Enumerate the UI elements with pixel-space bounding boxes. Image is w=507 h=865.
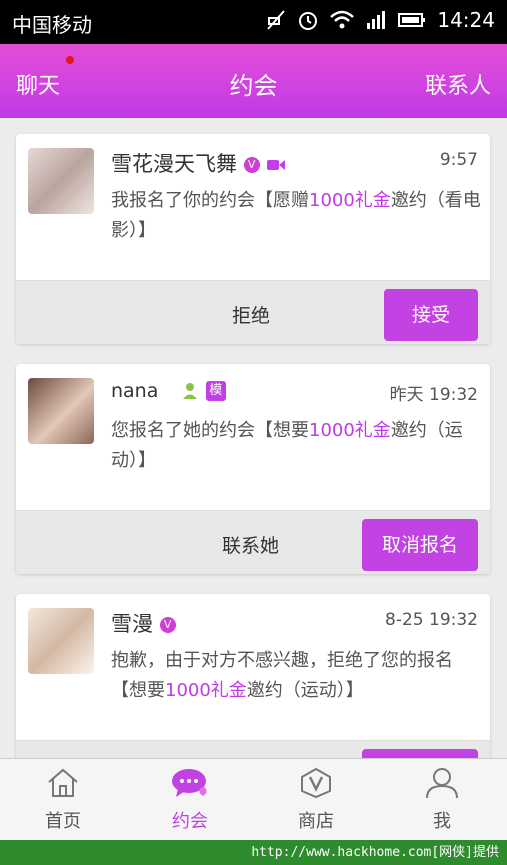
- nav-label: 约会: [172, 811, 208, 832]
- status-bar: 中国移动 14:24: [0, 0, 507, 44]
- signal-icon: [367, 11, 386, 29]
- unread-dot: [66, 56, 74, 64]
- user-icon: [183, 383, 198, 399]
- avatar[interactable]: [28, 378, 94, 444]
- gift-amount: 1000礼金: [309, 190, 391, 211]
- alarm-icon: [299, 12, 318, 30]
- nav-label: 我: [433, 811, 451, 832]
- status-time: 14:24: [437, 8, 495, 32]
- message-text: 我报名了你的约会【愿赠1000礼金邀约（看电影）】: [111, 186, 481, 246]
- video-icon: [267, 160, 286, 170]
- nav-dates[interactable]: 约会: [140, 767, 240, 833]
- card-actions: 联系她 取消报名: [16, 510, 490, 574]
- cancel-signup-button[interactable]: 取消报名: [362, 519, 478, 571]
- message-text: 您报名了她的约会【想要1000礼金邀约（运动）】: [111, 416, 481, 476]
- user-name-text: 雪花漫天飞舞: [111, 152, 237, 176]
- model-badge-icon: 模: [205, 381, 226, 401]
- wifi-icon: [330, 10, 355, 29]
- v-badge-icon: V: [159, 617, 176, 633]
- message-part: 我报名了你的约会【愿赠: [111, 190, 309, 211]
- gift-amount: 1000礼金: [309, 420, 391, 441]
- app-header: 聊天 约会 联系人: [0, 44, 507, 118]
- message-time: 9:57: [439, 150, 478, 170]
- nav-shop[interactable]: 商店: [266, 767, 366, 833]
- mute-icon: [267, 10, 286, 30]
- nav-label: 商店: [298, 811, 334, 832]
- date-card: 雪花漫天飞舞 V 9:57 我报名了你的约会【愿赠1000礼金邀约（看电影）】 …: [16, 134, 490, 344]
- message-text: 抱歉，由于对方不感兴趣，拒绝了您的报名【想要1000礼金邀约（运动）】: [111, 646, 481, 706]
- user-name[interactable]: 雪漫 V: [111, 608, 176, 638]
- shop-v-icon: [301, 767, 331, 799]
- message-time: 昨天 19:32: [389, 385, 478, 405]
- carrier-name: 中国移动: [12, 13, 92, 37]
- bottom-nav: 首页 约会 商店 我: [0, 758, 507, 841]
- nav-label: 首页: [45, 811, 81, 832]
- avatar[interactable]: [28, 608, 94, 674]
- message-part: 邀约（运动）】: [246, 680, 364, 701]
- card-actions: 拒绝 接受: [16, 280, 490, 344]
- user-name[interactable]: nana 模: [111, 378, 226, 402]
- nav-me[interactable]: 我: [392, 767, 492, 833]
- accept-button[interactable]: 接受: [384, 289, 478, 341]
- user-name-text: nana: [111, 380, 159, 402]
- user-name-text: 雪漫: [111, 612, 153, 636]
- avatar[interactable]: [28, 148, 94, 214]
- message-time: 8-25 19:32: [385, 610, 478, 630]
- contact-her-button[interactable]: 联系她: [222, 531, 279, 558]
- date-card: 雪漫 V 8-25 19:32 抱歉，由于对方不感兴趣，拒绝了您的报名【想要10…: [16, 594, 490, 764]
- reject-button[interactable]: 拒绝: [232, 301, 270, 328]
- gift-amount: 1000礼金: [165, 680, 247, 701]
- person-icon: [426, 768, 458, 799]
- v-badge-icon: V: [243, 157, 260, 173]
- watermark: http://www.hackhome.com[网侠]提供: [0, 840, 507, 865]
- status-icons: 14:24: [265, 8, 495, 32]
- home-icon: [48, 768, 78, 797]
- message-part: 您报名了她的约会【想要: [111, 420, 309, 441]
- date-card: nana 模 昨天 19:32 您报名了她的约会【想要1000礼金邀约（运动）】…: [16, 364, 490, 574]
- tab-contacts[interactable]: 联系人: [425, 68, 491, 100]
- nav-home[interactable]: 首页: [13, 767, 113, 833]
- user-name[interactable]: 雪花漫天飞舞 V: [111, 148, 286, 178]
- chat-icon: [172, 769, 207, 797]
- battery-icon: [398, 13, 426, 27]
